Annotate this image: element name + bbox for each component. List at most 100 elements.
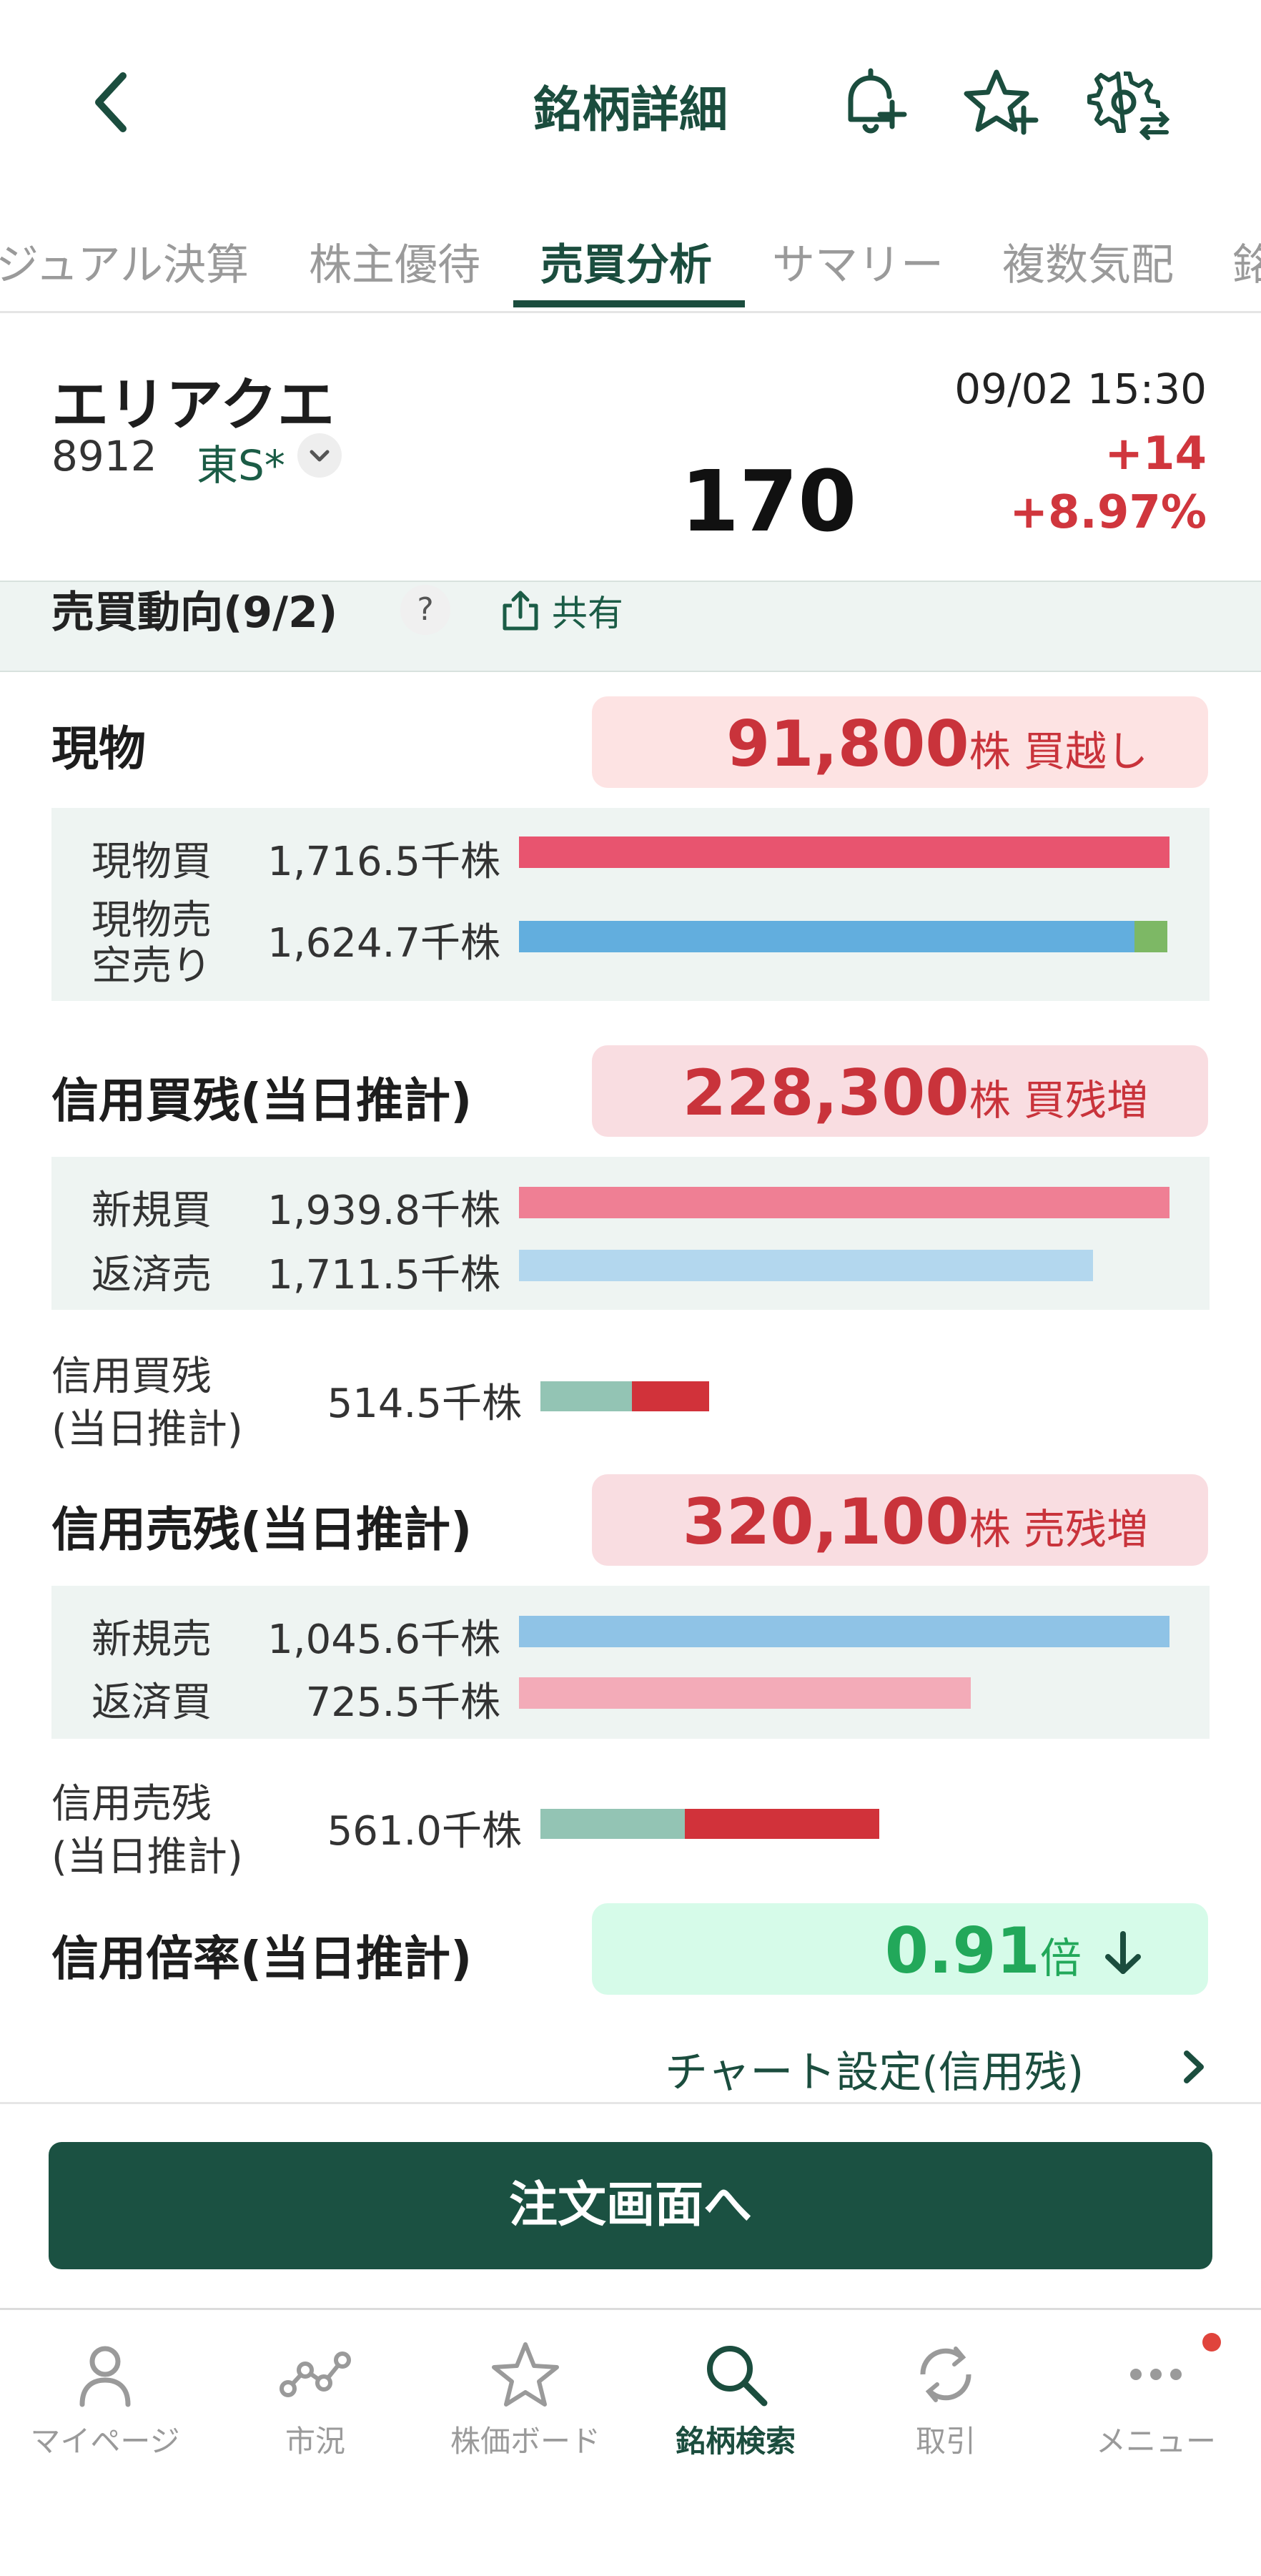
genbutsu-sell-value: 1,624.7千株 bbox=[267, 920, 500, 967]
shinyo-uri-repay-label: 返済買 bbox=[92, 1679, 212, 1726]
shinyo-uri-zan-bar bbox=[540, 1809, 879, 1839]
shinyo-uri-repay-bar bbox=[519, 1677, 971, 1709]
tab-bar: ジュアル決算 株主優待 売買分析 サマリー 複数気配 銘 bbox=[0, 214, 1261, 313]
shinyo-kai-zan-increase bbox=[632, 1381, 709, 1411]
page-title: 銘柄詳細 bbox=[533, 82, 728, 139]
nav-trade[interactable]: 取引 bbox=[841, 2310, 1051, 2482]
search-icon bbox=[707, 2346, 768, 2407]
tab-baibai-bunseki[interactable]: 売買分析 bbox=[540, 230, 712, 292]
shinyo-uri-new-value: 1,045.6千株 bbox=[267, 1617, 500, 1663]
bairitsu-title: 信用倍率(当日推計) bbox=[51, 1931, 473, 1986]
share-label: 共有 bbox=[551, 593, 623, 634]
help-button[interactable]: ? bbox=[400, 585, 450, 635]
alert-add-button[interactable] bbox=[829, 61, 915, 147]
refresh-icon bbox=[920, 2346, 971, 2402]
market-dropdown-button[interactable] bbox=[297, 433, 342, 478]
chevron-down-icon bbox=[310, 450, 330, 462]
nav-market[interactable]: 市況 bbox=[210, 2310, 420, 2482]
nav-menu-label: メニュー bbox=[1095, 2424, 1216, 2459]
bairitsu-unit: 倍 bbox=[1039, 1934, 1082, 1983]
shinyo-kai-new-label: 新規買 bbox=[92, 1188, 212, 1234]
nav-menu[interactable]: メニュー bbox=[1051, 2310, 1261, 2482]
genbutsu-net-unit: 株 買越し bbox=[969, 727, 1148, 776]
stock-code: 8912 bbox=[51, 432, 157, 480]
nav-market-label: 市況 bbox=[285, 2424, 345, 2459]
bell-plus-icon bbox=[848, 68, 907, 134]
shinyo-uri-new-bar bbox=[519, 1616, 1169, 1647]
shinyo-kai-zan-prev bbox=[540, 1381, 632, 1411]
shinyo-kai-net: 228,300 bbox=[682, 1056, 969, 1130]
chart-setting-label: チャート設定(信用残) bbox=[665, 2048, 1084, 2098]
nav-search-label: 銘柄検索 bbox=[675, 2424, 796, 2459]
nav-board-label: 株価ボード bbox=[450, 2424, 600, 2459]
stock-name: エリアクエ bbox=[51, 372, 335, 438]
tab-kabunushi-yutai[interactable]: 株主優待 bbox=[309, 230, 480, 292]
order-button[interactable]: 注文画面へ bbox=[49, 2142, 1212, 2269]
nav-board[interactable]: 株価ボード bbox=[420, 2310, 630, 2482]
shinyo-uri-zan-increase bbox=[685, 1809, 879, 1839]
price-change: +14 bbox=[1104, 428, 1207, 480]
shinyo-kai-zan-value: 514.5千株 bbox=[327, 1381, 522, 1427]
star-plus-icon bbox=[964, 69, 1039, 135]
shinyo-uri-net-unit: 株 売残増 bbox=[969, 1505, 1148, 1554]
tab-more[interactable]: 銘 bbox=[1232, 230, 1261, 292]
bairitsu-pill: 0.91倍 bbox=[592, 1903, 1208, 1995]
shinyo-uri-new-label: 新規売 bbox=[92, 1617, 212, 1663]
nav-mypage[interactable]: マイページ bbox=[0, 2310, 210, 2482]
genbutsu-buy-value: 1,716.5千株 bbox=[267, 839, 500, 885]
shinyo-kai-title: 信用買残(当日推計) bbox=[51, 1073, 473, 1128]
shinyo-uri-pill: 320,100株 売残増 bbox=[592, 1474, 1208, 1566]
person-icon bbox=[79, 2346, 131, 2407]
market-label[interactable]: 東S* bbox=[197, 432, 285, 492]
shinyo-kai-zan-label: 信用買残 bbox=[51, 1353, 212, 1400]
nav-search[interactable]: 銘柄検索 bbox=[630, 2310, 841, 2482]
shinyo-kai-repay-bar bbox=[519, 1250, 1093, 1281]
genbutsu-buy-bar bbox=[519, 837, 1169, 868]
genbutsu-sell-bar bbox=[519, 921, 1134, 952]
notification-dot bbox=[1202, 2333, 1221, 2352]
favorite-add-button[interactable] bbox=[958, 61, 1044, 147]
divider bbox=[0, 2102, 1261, 2104]
shinyo-uri-panel bbox=[51, 1586, 1210, 1739]
genbutsu-net: 91,800 bbox=[726, 707, 969, 781]
bairitsu-value: 0.91 bbox=[884, 1914, 1040, 1988]
price-timestamp: 09/02 15:30 bbox=[954, 365, 1207, 413]
shinyo-uri-zan-label: 信用売残 bbox=[51, 1781, 212, 1827]
trend-title: 売買動向(9/2) bbox=[51, 588, 338, 638]
market-icon bbox=[280, 2352, 351, 2397]
shinyo-kai-repay-label: 返済売 bbox=[92, 1252, 212, 1298]
share-icon bbox=[503, 591, 538, 631]
active-tab-indicator bbox=[513, 300, 745, 307]
genbutsu-short-label: 空売り bbox=[92, 943, 212, 990]
shinyo-kai-zan-bar bbox=[540, 1381, 709, 1411]
dots-icon bbox=[1130, 2369, 1182, 2380]
chart-setting-link[interactable]: チャート設定(信用残) bbox=[665, 2038, 1084, 2100]
tab-fukusu-kehai[interactable]: 複数気配 bbox=[1002, 230, 1174, 292]
shinyo-kai-pill: 228,300株 買残増 bbox=[592, 1045, 1208, 1137]
star-icon bbox=[492, 2342, 559, 2407]
shinyo-uri-repay-value: 725.5千株 bbox=[305, 1679, 500, 1726]
chart-setting-chevron[interactable] bbox=[1172, 2042, 1215, 2092]
shinyo-kai-new-value: 1,939.8千株 bbox=[267, 1188, 500, 1234]
genbutsu-pill: 91,800株 買越し bbox=[592, 696, 1208, 788]
nav-trade-label: 取引 bbox=[915, 2424, 976, 2459]
settings-button[interactable] bbox=[1087, 61, 1172, 147]
current-price: 170 bbox=[681, 452, 857, 551]
shinyo-kai-zan-label2: (当日推計) bbox=[51, 1406, 243, 1453]
tab-summary[interactable]: サマリー bbox=[772, 230, 944, 292]
bottom-nav: マイページ 市況 株価ボード 銘柄検索 取引 メニュー bbox=[0, 2308, 1261, 2576]
arrow-down-icon bbox=[1105, 1931, 1141, 1974]
shinyo-kai-repay-value: 1,711.5千株 bbox=[267, 1252, 500, 1298]
gear-icon bbox=[1087, 71, 1170, 140]
shinyo-uri-net: 320,100 bbox=[682, 1485, 969, 1559]
shinyo-kai-panel bbox=[51, 1157, 1210, 1310]
chevron-right-icon bbox=[1184, 2051, 1204, 2083]
price-change-percent: +8.97% bbox=[1009, 486, 1207, 539]
tab-visual-kessan[interactable]: ジュアル決算 bbox=[0, 230, 249, 292]
shinyo-uri-zan-value: 561.0千株 bbox=[327, 1808, 522, 1855]
app-header: 銘柄詳細 bbox=[0, 0, 1261, 200]
shinyo-uri-zan-label2: (当日推計) bbox=[51, 1834, 243, 1880]
share-button[interactable]: 共有 bbox=[500, 585, 623, 636]
shinyo-uri-zan-prev bbox=[540, 1809, 685, 1839]
genbutsu-title: 現物 bbox=[51, 721, 146, 776]
